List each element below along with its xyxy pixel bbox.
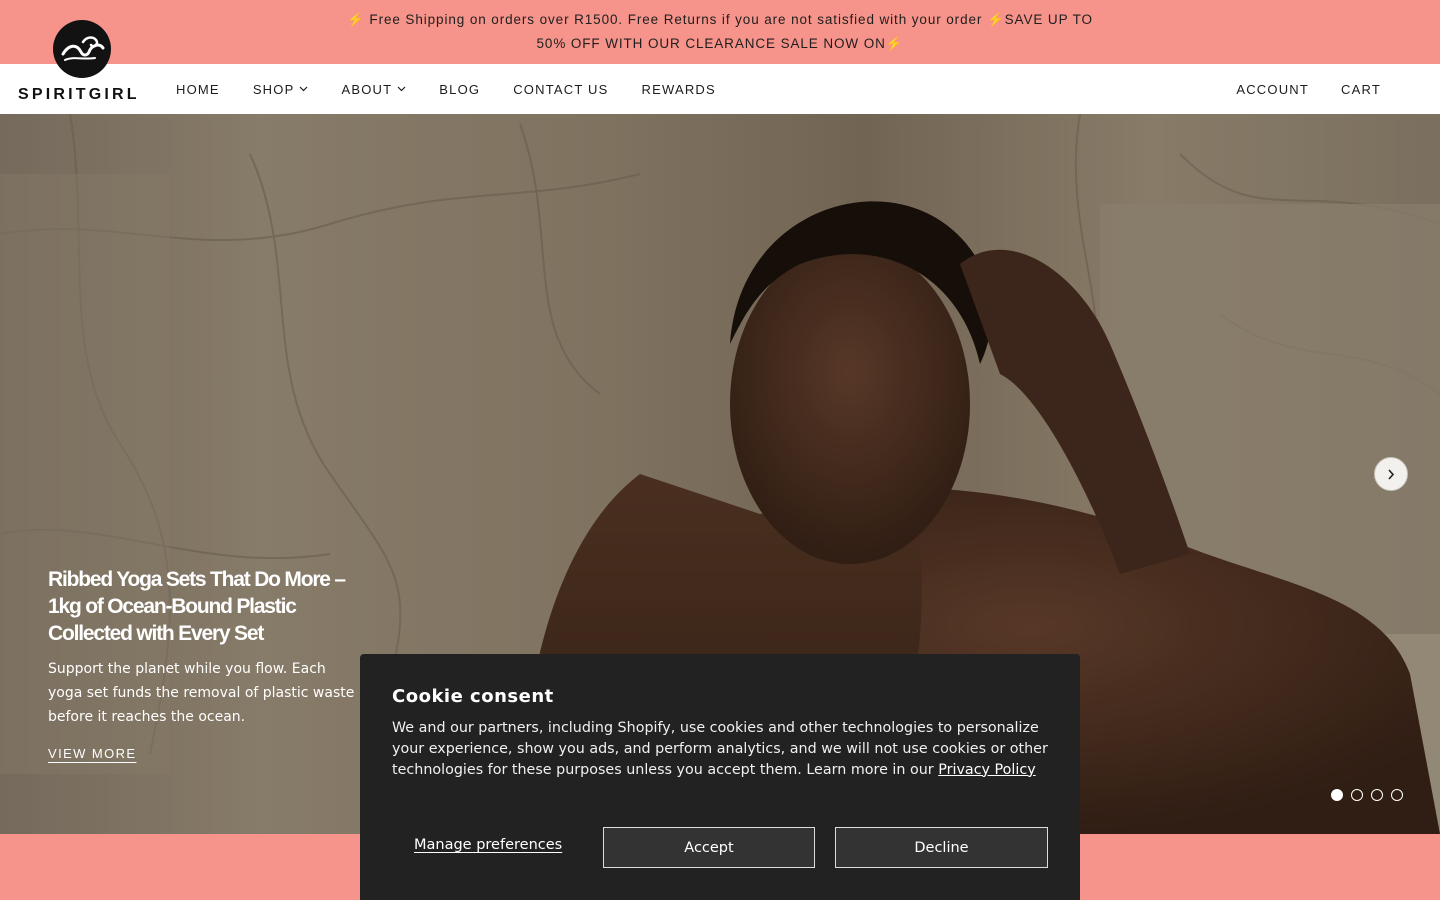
cookie-body: We and our partners, including Shopify, … <box>392 718 1048 780</box>
site-header: HOME SHOP ABOUT BLOG CONTACT US REWARDS … <box>0 64 1440 114</box>
account-link[interactable]: ACCOUNT <box>1236 82 1309 97</box>
nav-contact-label: CONTACT US <box>513 81 609 97</box>
nav-about[interactable]: ABOUT <box>341 82 406 97</box>
main-nav: HOME SHOP ABOUT BLOG CONTACT US REWARDS <box>176 64 749 114</box>
slide-next-button[interactable] <box>1374 457 1408 491</box>
nav-blog-label: BLOG <box>439 81 481 97</box>
nav-home-label: HOME <box>176 81 220 97</box>
nav-shop[interactable]: SHOP <box>253 82 309 97</box>
view-more-link[interactable]: VIEW MORE <box>48 746 136 761</box>
slide-dot-3[interactable] <box>1371 789 1383 801</box>
nav-about-label: ABOUT <box>341 81 393 97</box>
nav-home[interactable]: HOME <box>176 82 220 97</box>
chevron-down-icon <box>397 86 406 92</box>
nav-rewards[interactable]: REWARDS <box>642 82 716 97</box>
slide-dot-4[interactable] <box>1391 789 1403 801</box>
chevron-down-icon <box>300 86 308 92</box>
hero-subtitle: Support the planet while you flow. Each … <box>48 661 355 725</box>
slide-pagination <box>1331 789 1411 801</box>
slide-dot-1[interactable] <box>1331 789 1343 801</box>
site-logo[interactable]: SPIRITGIRL <box>18 20 148 104</box>
accept-button[interactable]: Accept <box>603 827 815 868</box>
chevron-right-icon <box>1388 468 1395 480</box>
cookie-consent-dialog: Cookie consent We and our partners, incl… <box>360 654 1080 900</box>
slide-dot-2[interactable] <box>1351 789 1363 801</box>
logo-badge <box>53 20 111 78</box>
logo-wordmark: SPIRITGIRL <box>18 86 140 103</box>
wave-logo-icon <box>61 36 105 61</box>
privacy-policy-link[interactable]: Privacy Policy <box>938 762 1035 778</box>
nav-blog[interactable]: BLOG <box>439 82 480 97</box>
cookie-title: Cookie consent <box>392 686 554 707</box>
announcement-bar: ⚡ Free Shipping on orders over R1500. Fr… <box>0 0 1440 64</box>
hero-copy: Ribbed Yoga Sets That Do More – 1kg of O… <box>48 566 358 763</box>
cart-link[interactable]: CART <box>1341 82 1381 97</box>
manage-preferences-button[interactable]: Manage preferences <box>414 837 562 853</box>
header-actions: ACCOUNT CART <box>1204 64 1381 114</box>
nav-rewards-label: REWARDS <box>641 81 716 97</box>
decline-button[interactable]: Decline <box>835 827 1048 868</box>
hero-title: Ribbed Yoga Sets That Do More – 1kg of O… <box>48 568 346 645</box>
nav-shop-label: SHOP <box>252 81 295 97</box>
announcement-text: ⚡ Free Shipping on orders over R1500. Fr… <box>347 12 1093 51</box>
nav-contact[interactable]: CONTACT US <box>513 82 608 97</box>
